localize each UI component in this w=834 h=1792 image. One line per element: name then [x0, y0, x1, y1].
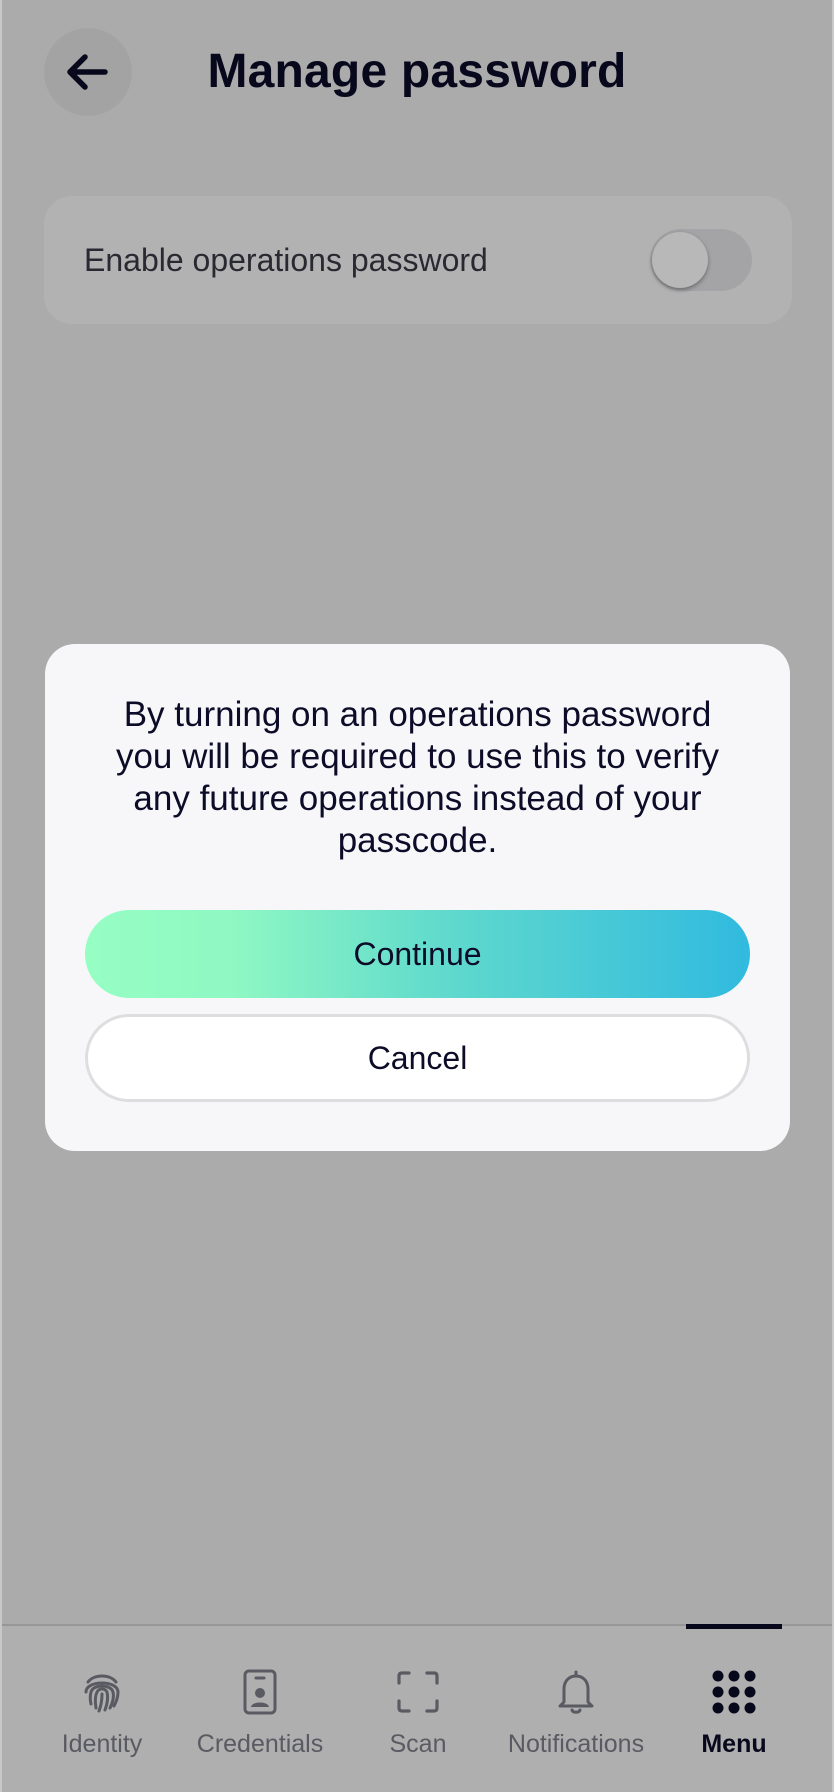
confirmation-dialog: By turning on an operations password you… — [45, 644, 790, 1151]
continue-button[interactable]: Continue — [85, 910, 750, 998]
dialog-message: By turning on an operations password you… — [115, 695, 720, 860]
cancel-button[interactable]: Cancel — [85, 1014, 750, 1102]
app-screen: Manage password Enable operations passwo… — [0, 0, 834, 1792]
